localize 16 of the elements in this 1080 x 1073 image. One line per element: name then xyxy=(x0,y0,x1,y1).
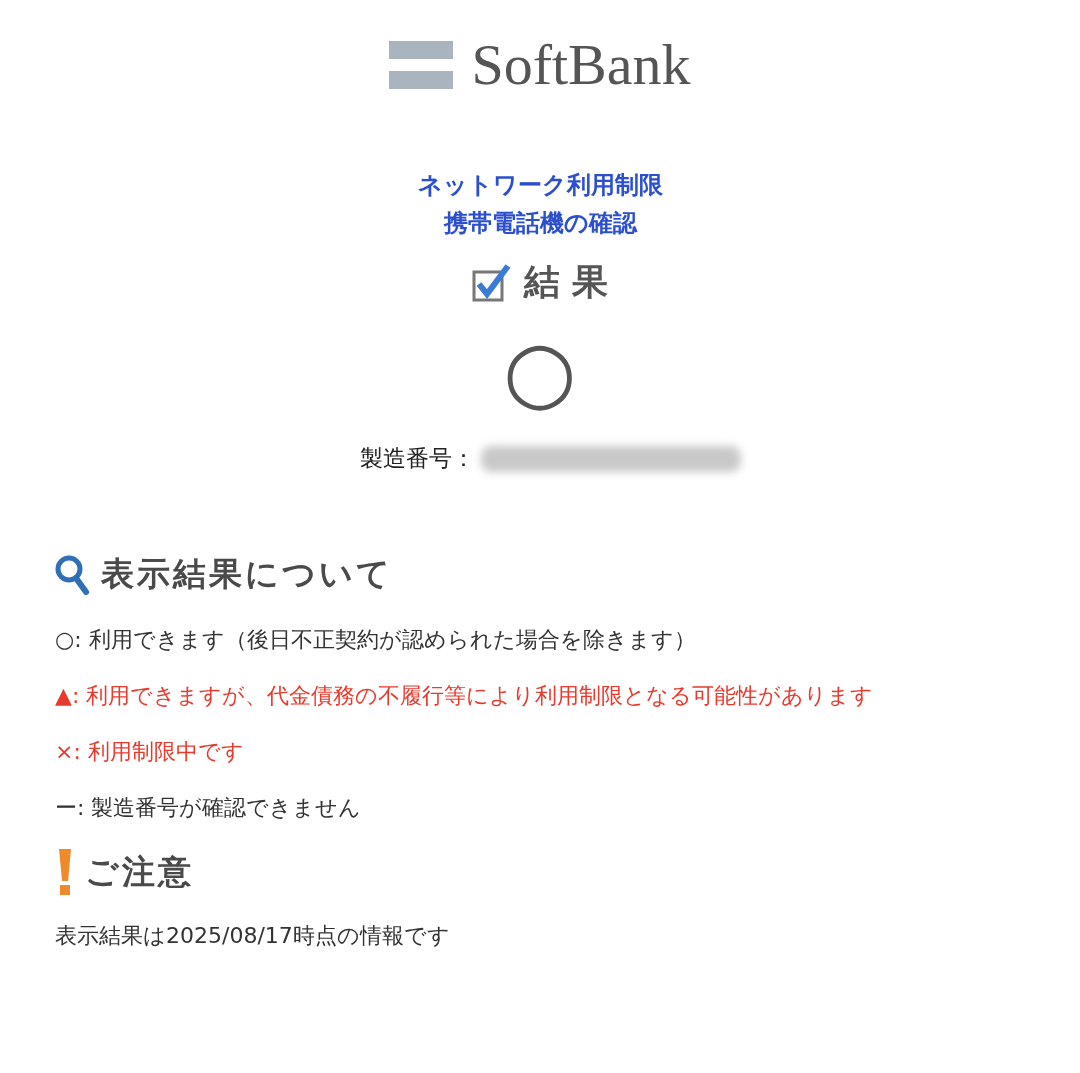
page-title: 携帯電話機の確認 xyxy=(443,208,637,239)
legend-item: ー: 製造番号が確認できません xyxy=(55,794,363,822)
page-title: ネットワーク利用制限 xyxy=(417,170,663,201)
serial-label: 製造番号： xyxy=(359,444,475,473)
checkbox-icon xyxy=(471,263,512,302)
result-heading: 結 果 xyxy=(523,260,609,304)
legend-item: ×: 利用制限中です xyxy=(55,738,245,766)
logo-bars-icon xyxy=(389,41,454,89)
legend-item: ○: 利用できます（後日不正契約が認められた場合を除きます） xyxy=(55,626,697,654)
logo-text: SoftBank xyxy=(471,36,691,94)
section-heading: 表示結果について xyxy=(101,553,393,595)
section-heading: ご注意 xyxy=(85,850,194,893)
result-symbol: ○ xyxy=(503,329,577,413)
notice-text: 表示結果は2025/08/17時点の情報です xyxy=(55,922,451,950)
legend-item: ▲: 利用できますが、代金債務の不履行等により利用制限となる可能性があります xyxy=(55,682,875,710)
search-icon xyxy=(55,554,91,595)
